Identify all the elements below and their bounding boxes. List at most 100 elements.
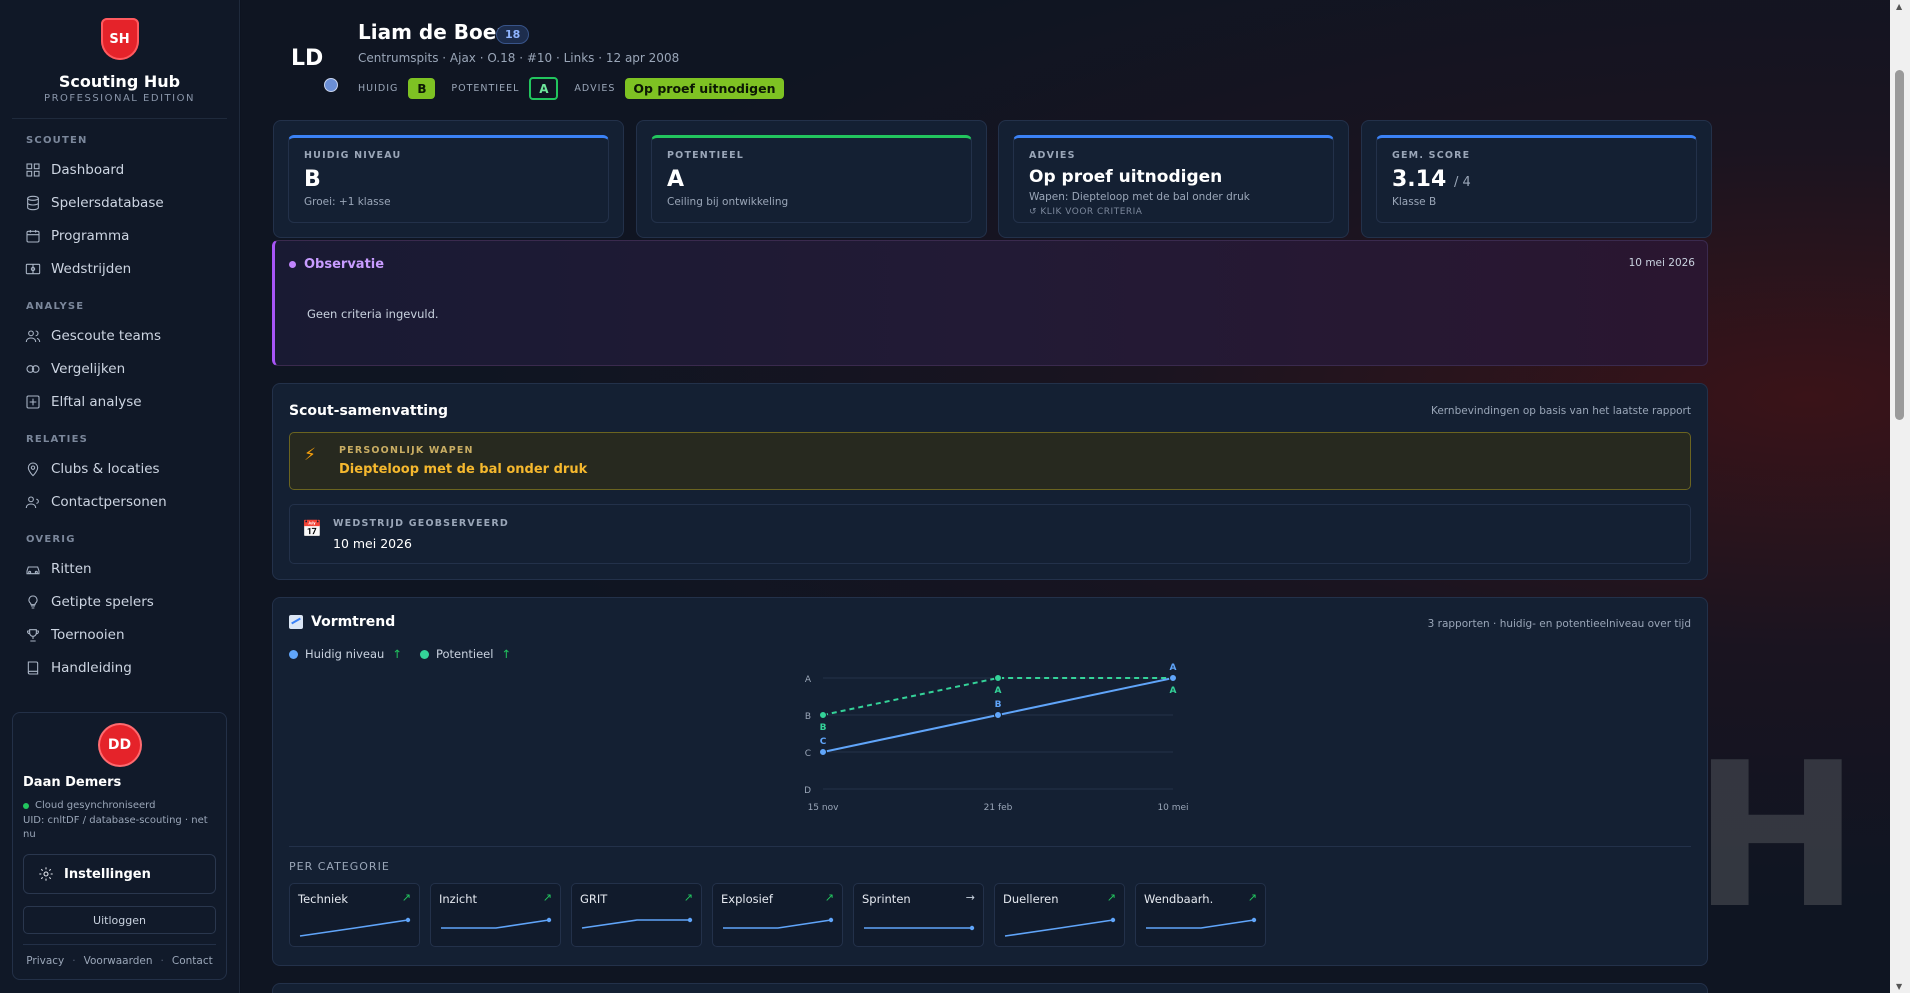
sidebar-item-toernooien[interactable]: Toernooien: [0, 618, 239, 651]
player-meta: Centrumspits · Ajax · O.18 · #10 · Links…: [358, 51, 680, 65]
lineup-icon: [26, 394, 40, 409]
category-name: Wendbaarh.: [1144, 892, 1214, 906]
book-icon: [27, 660, 39, 675]
status-dot-icon: [23, 802, 29, 809]
separator: ·: [72, 955, 76, 967]
settings-button[interactable]: Instellingen: [23, 854, 216, 894]
observation-title: Observatie: [289, 257, 384, 272]
sparkline-line: [1146, 919, 1255, 929]
sidebar-item-label: Gescoute teams: [51, 327, 161, 344]
stat-sub: Klasse B: [1392, 196, 1437, 208]
sidebar-item-handleiding[interactable]: Handleiding: [0, 651, 239, 684]
chart-icon: [289, 615, 303, 629]
avatar[interactable]: DD: [99, 725, 140, 765]
dashboard-icon: [26, 162, 40, 177]
stat-card-advice[interactable]: ADVIES Op proef uitnodigen Wapen: Diepte…: [998, 120, 1349, 238]
potential-label: POTENTIEEL: [451, 83, 520, 94]
trend-arrow-icon: ↗: [1106, 891, 1116, 904]
logout-button[interactable]: Uitloggen: [23, 906, 216, 934]
sidebar-item-vergelijken[interactable]: Vergelijken: [0, 352, 239, 385]
sparkline-line: [723, 919, 832, 929]
sidebar-item-dashboard[interactable]: Dashboard: [0, 153, 239, 186]
category-card[interactable]: Techniek ↗: [289, 883, 420, 947]
lightbulb-icon: [28, 594, 38, 609]
advice-badge: Op proef uitnodigen: [625, 78, 784, 99]
trophy-icon: [27, 628, 39, 642]
category-sparkline: [441, 917, 552, 929]
trend-title-text: Vormtrend: [311, 614, 396, 630]
category-sparkline: [1146, 917, 1257, 929]
sidebar-item-label: Wedstrijden: [51, 260, 132, 277]
contact-link[interactable]: Contact: [172, 955, 213, 967]
sidebar-item-label: Handleiding: [51, 659, 132, 676]
y-tick-label: A: [805, 675, 812, 685]
sidebar-item-wedstrijden[interactable]: Wedstrijden: [0, 252, 239, 285]
category-card[interactable]: Wendbaarh. ↗: [1135, 883, 1266, 947]
data-point: [819, 711, 827, 719]
scrollbar-thumb[interactable]: [1895, 70, 1904, 420]
trend-arrow-icon: ↗: [683, 891, 693, 904]
nav-section-title: OVERIG: [26, 534, 76, 545]
scrollbar[interactable]: ▲ ▼: [1890, 0, 1910, 993]
sidebar-item-clubs-locaties[interactable]: Clubs & locaties: [0, 452, 239, 485]
avg-score-value: 3.14: [1392, 167, 1447, 192]
age-badge: 18: [496, 25, 530, 44]
rating-row: HUIDIG B POTENTIEEL A ADVIES Op proef ui…: [358, 77, 784, 100]
stat-value: A: [667, 167, 685, 192]
trend-chart: DCBA15 nov 21 feb 10 meiBA ACBA: [804, 663, 1189, 813]
trend-arrow-icon: ↗: [542, 891, 552, 904]
sidebar-item-programma[interactable]: Programma: [0, 219, 239, 252]
brand-edition: PROFESSIONAL EDITION: [44, 93, 195, 104]
field-icon: [25, 263, 41, 274]
match-label: WEDSTRIJD GEOBSERVEERD: [333, 518, 509, 529]
observation-title-text: Observatie: [304, 257, 385, 272]
observation-date: 10 mei 2026: [1628, 257, 1695, 269]
database-icon: [27, 195, 39, 210]
data-label: A: [1170, 686, 1177, 696]
data-label: C: [820, 737, 827, 747]
category-sparkline: [864, 925, 975, 931]
brand-name: Scouting Hub: [58, 72, 181, 91]
scroll-up-icon[interactable]: ▲: [1896, 2, 1902, 11]
match-observed-box: 📅 WEDSTRIJD GEOBSERVEERD 10 mei 2026: [289, 504, 1691, 564]
sparkline-point: [969, 925, 975, 931]
category-card[interactable]: Inzicht ↗: [430, 883, 561, 947]
observation-card: Observatie 10 mei 2026 Geen criteria ing…: [272, 240, 1708, 366]
sidebar-item-ritten[interactable]: Ritten: [0, 552, 239, 585]
stat-value: B: [304, 167, 321, 192]
player-initials: LD: [291, 46, 324, 71]
nav-section-title: ANALYSE: [26, 301, 85, 312]
category-name: Inzicht: [439, 892, 478, 906]
compare-icon: [26, 364, 40, 373]
stat-value: Op proef uitnodigen: [1029, 167, 1223, 187]
sparkline-point: [1110, 917, 1116, 923]
sidebar-item-contactpersonen[interactable]: Contactpersonen: [0, 485, 239, 518]
scroll-down-icon[interactable]: ▼: [1896, 982, 1902, 991]
observation-text: Geen criteria ingevuld.: [307, 307, 439, 321]
data-label: B: [995, 700, 1002, 710]
sidebar-item-elftal-analyse[interactable]: Elftal analyse: [0, 385, 239, 418]
current-label: HUIDIG: [358, 83, 399, 94]
form-trend-card: Vormtrend 3 rapporten · huidig- en poten…: [272, 597, 1708, 966]
privacy-link[interactable]: Privacy: [26, 955, 64, 967]
weapon-label: PERSOONLIJK WAPEN: [339, 445, 474, 456]
sidebar-item-getipte-spelers[interactable]: Getipte spelers: [0, 585, 239, 618]
terms-link[interactable]: Voorwaarden: [84, 955, 153, 967]
criteria-hint[interactable]: ↺ KLIK VOOR CRITERIA: [1029, 207, 1333, 217]
data-label: B: [820, 723, 827, 733]
category-card[interactable]: GRIT ↗: [571, 883, 702, 947]
sparkline-point: [687, 917, 693, 923]
sidebar-item-label: Contactpersonen: [51, 493, 167, 510]
personal-weapon-box: ⚡ PERSOONLIJK WAPEN Diepteloop met de ba…: [289, 432, 1691, 490]
footer-links: Privacy · Voorwaarden · Contact: [13, 945, 226, 967]
category-card[interactable]: Explosief ↗: [712, 883, 843, 947]
trend-arrow-icon: ↗: [1247, 891, 1257, 904]
brand[interactable]: SH Scouting Hub PROFESSIONAL EDITION: [0, 0, 239, 104]
category-card[interactable]: Duelleren ↗: [994, 883, 1125, 947]
trend-title: Vormtrend: [289, 614, 395, 630]
trend-arrow-icon: ↗: [824, 891, 834, 904]
users-icon: [25, 329, 41, 342]
sidebar-item-gescoute-teams[interactable]: Gescoute teams: [0, 319, 239, 352]
sidebar-item-spelersdatabase[interactable]: Spelersdatabase: [0, 186, 239, 219]
category-card[interactable]: Sprinten →: [853, 883, 984, 947]
